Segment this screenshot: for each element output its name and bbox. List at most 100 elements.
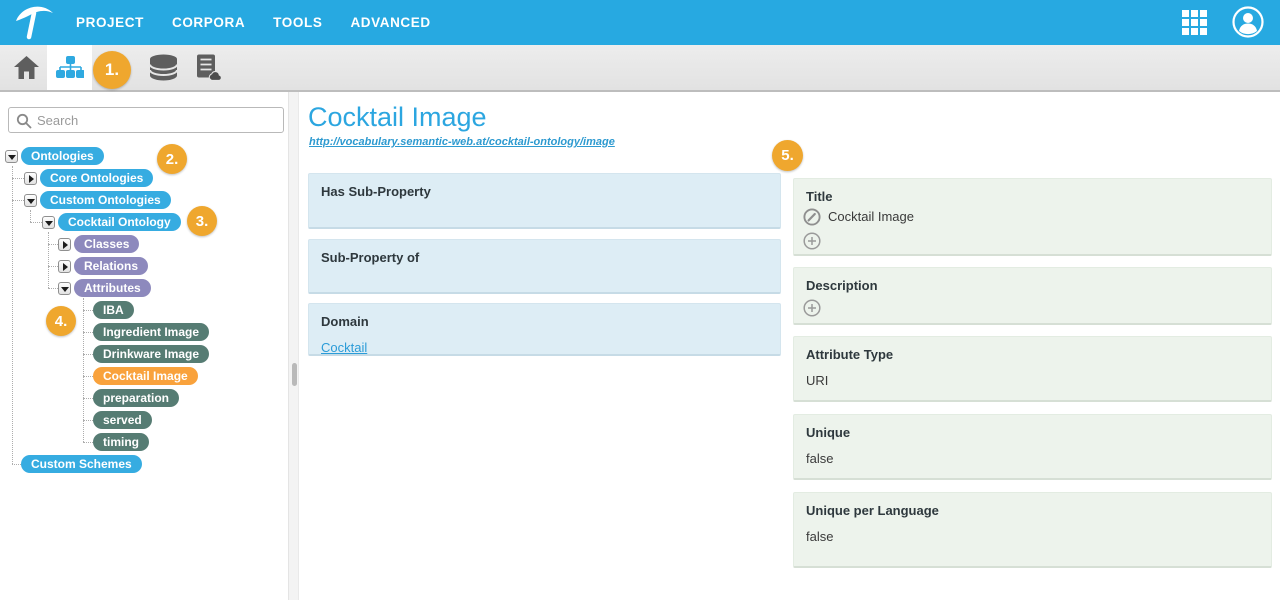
tree-node[interactable]: Core Ontologies xyxy=(40,169,153,187)
tree-node[interactable]: IBA xyxy=(93,301,134,319)
unique-value: false xyxy=(806,451,833,466)
user-avatar-icon[interactable] xyxy=(1231,5,1265,44)
tree-line xyxy=(83,354,93,355)
page-title: Cocktail Image xyxy=(308,102,487,133)
tree-item-classes: Classes xyxy=(58,235,139,253)
section-label: Unique per Language xyxy=(806,503,939,518)
annotation-badge-4: 4. xyxy=(46,306,76,336)
search-box xyxy=(8,107,284,133)
tree-node[interactable]: preparation xyxy=(93,389,179,407)
section-description: Description xyxy=(793,267,1272,325)
database-icon[interactable] xyxy=(143,45,183,90)
menu-project[interactable]: PROJECT xyxy=(76,15,144,30)
expand-icon[interactable] xyxy=(58,238,71,251)
home-icon[interactable] xyxy=(6,45,46,90)
edit-icon[interactable] xyxy=(803,208,821,231)
tree-item-drinkware-image: Drinkware Image xyxy=(93,345,209,363)
annotation-badge-1: 1. xyxy=(93,51,131,89)
tree-line xyxy=(83,376,93,377)
tree-line xyxy=(12,166,13,464)
section-unique: Unique false xyxy=(793,414,1272,480)
tree-node[interactable]: Custom Ontologies xyxy=(40,191,171,209)
tree-line xyxy=(48,244,58,245)
tree-line xyxy=(12,464,21,465)
tree-line xyxy=(48,288,58,289)
tree-node[interactable]: timing xyxy=(93,433,149,451)
collapse-icon[interactable] xyxy=(58,282,71,295)
section-title: Title Cocktail Image xyxy=(793,178,1272,256)
tree-node[interactable]: served xyxy=(93,411,152,429)
tree-line xyxy=(48,266,58,267)
detail-panel: Cocktail Image http://vocabulary.semanti… xyxy=(300,92,1280,600)
resource-uri-link[interactable]: http://vocabulary.semantic-web.at/cockta… xyxy=(309,136,615,148)
tree-node[interactable]: Classes xyxy=(74,235,139,253)
section-label: Has Sub-Property xyxy=(321,184,431,199)
tree-item-timing: timing xyxy=(93,433,149,451)
search-icon xyxy=(16,113,32,134)
tree-line xyxy=(83,332,93,333)
tree-item-preparation: preparation xyxy=(93,389,179,407)
tree-node-selected[interactable]: Cocktail Image xyxy=(93,367,198,385)
unique-per-language-value: false xyxy=(806,529,833,544)
annotation-badge-3: 3. xyxy=(187,206,217,236)
expand-icon[interactable] xyxy=(58,260,71,273)
tree-item-custom-schemes: Custom Schemes xyxy=(21,455,142,473)
expand-icon[interactable] xyxy=(24,172,37,185)
tree-node[interactable]: Custom Schemes xyxy=(21,455,142,473)
tree-node[interactable]: Ingredient Image xyxy=(93,323,209,341)
add-icon[interactable] xyxy=(803,232,821,255)
tree-item-core-ontologies: Core Ontologies xyxy=(24,169,153,187)
tree-node[interactable]: Attributes xyxy=(74,279,151,297)
ontology-tree-panel: Ontologies Core Ontologies Custom Ontolo… xyxy=(0,92,288,600)
sidebar-scrollbar[interactable] xyxy=(288,92,299,600)
section-domain: Domain Cocktail xyxy=(308,303,781,356)
tree-line xyxy=(12,200,24,201)
tree-node[interactable]: Ontologies xyxy=(21,147,104,165)
annotation-badge-5: 5. xyxy=(772,140,803,171)
collapse-icon[interactable] xyxy=(42,216,55,229)
annotation-badge-2: 2. xyxy=(157,144,187,174)
collapse-icon[interactable] xyxy=(5,150,18,163)
search-input[interactable] xyxy=(37,108,277,132)
domain-cocktail-link[interactable]: Cocktail xyxy=(321,340,367,355)
tree-node[interactable]: Cocktail Ontology xyxy=(58,213,181,231)
add-icon[interactable] xyxy=(803,299,821,322)
apps-grid-icon[interactable] xyxy=(1182,10,1207,40)
tree-line xyxy=(30,222,42,223)
collapse-icon[interactable] xyxy=(24,194,37,207)
section-sub-property-of: Sub-Property of xyxy=(308,239,781,294)
section-attribute-type: Attribute Type URI xyxy=(793,336,1272,402)
secondary-toolbar: 1. xyxy=(0,45,1280,92)
menu-corpora[interactable]: CORPORA xyxy=(172,15,245,30)
section-unique-per-language: Unique per Language false xyxy=(793,492,1272,568)
menu-tools[interactable]: TOOLS xyxy=(273,15,322,30)
tree-line xyxy=(83,420,93,421)
section-label: Title xyxy=(806,189,833,204)
tree-line xyxy=(48,232,49,288)
section-label: Domain xyxy=(321,314,369,329)
sitemap-icon xyxy=(56,56,84,80)
section-label: Sub-Property of xyxy=(321,250,419,265)
section-label: Attribute Type xyxy=(806,347,893,362)
ontology-tree-tab[interactable] xyxy=(47,45,92,90)
tree-line xyxy=(12,178,24,179)
tree-item-ingredient-image: Ingredient Image xyxy=(93,323,209,341)
server-cloud-icon[interactable] xyxy=(187,45,227,90)
tree-line xyxy=(83,310,93,311)
section-label: Unique xyxy=(806,425,850,440)
tree-item-relations: Relations xyxy=(58,257,148,275)
tree-item-ontologies: Ontologies xyxy=(5,147,104,165)
tree-item-custom-ontologies: Custom Ontologies xyxy=(24,191,171,209)
menu-advanced[interactable]: ADVANCED xyxy=(350,15,430,30)
tree-node[interactable]: Drinkware Image xyxy=(93,345,209,363)
tree-item-served: served xyxy=(93,411,152,429)
main-menu: PROJECT CORPORA TOOLS ADVANCED xyxy=(76,0,431,45)
app-logo-icon[interactable] xyxy=(14,4,56,47)
tree-line xyxy=(30,210,31,222)
tree-item-cocktail-image-selected: Cocktail Image xyxy=(93,367,198,385)
scrollbar-thumb[interactable] xyxy=(292,363,297,386)
tree-line xyxy=(83,442,93,443)
tree-node[interactable]: Relations xyxy=(74,257,148,275)
tree-item-iba: IBA xyxy=(93,301,134,319)
title-value: Cocktail Image xyxy=(828,209,914,224)
